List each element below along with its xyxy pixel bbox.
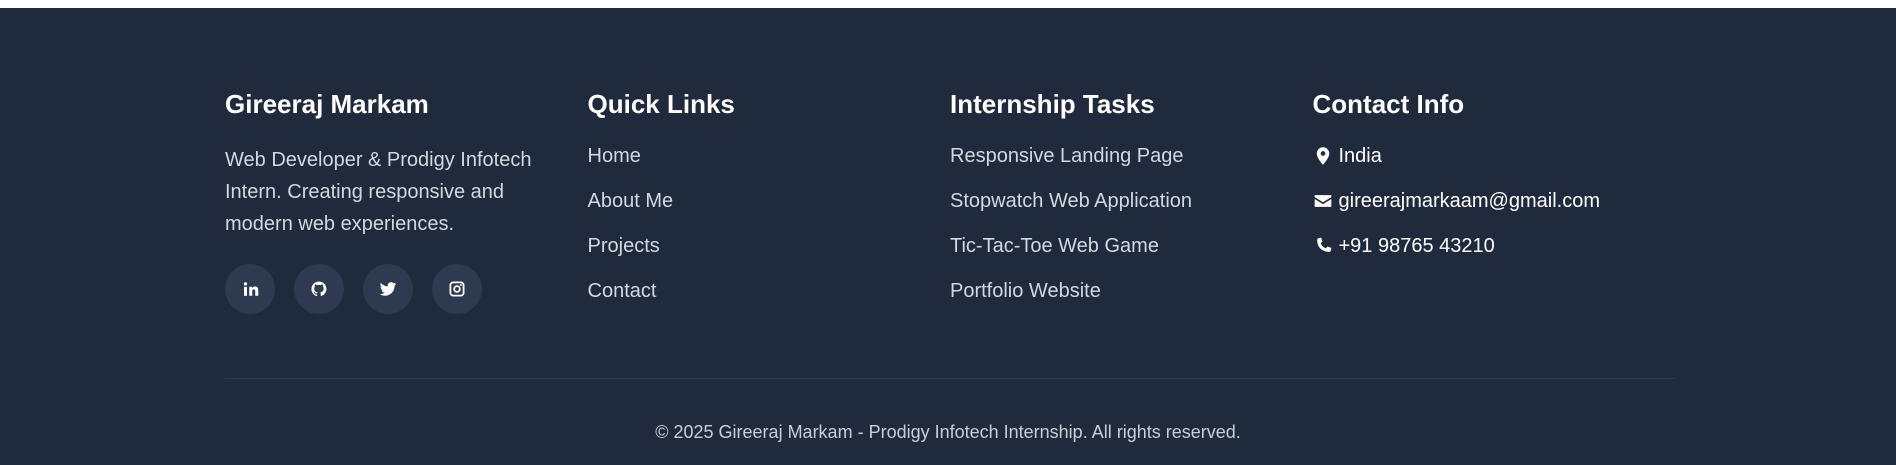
footer-internship-tasks: Internship Tasks Responsive Landing Page… [950,88,1313,324]
page-top-strip [0,0,1896,8]
footer-contact-info: Contact Info India gireerajmarkaam@gmail… [1313,88,1676,324]
contact-location: India [1313,144,1676,168]
github-icon [311,281,327,297]
footer-brand-name: Gireeraj Markam [225,89,429,119]
link-task-stopwatch[interactable]: Stopwatch Web Application [950,189,1313,213]
link-contact[interactable]: Contact [588,279,951,303]
phone-icon [1316,237,1331,252]
site-footer: Gireeraj Markam Web Developer & Prodigy … [0,8,1896,465]
footer-columns: Gireeraj Markam Web Developer & Prodigy … [225,88,1675,324]
contact-phone: +91 98765 43210 [1313,234,1676,258]
footer-divider [225,378,1675,379]
quick-links-heading: Quick Links [587,89,735,119]
linkedin-button[interactable] [225,264,275,314]
twitter-button[interactable] [363,264,413,314]
internship-tasks-list: Responsive Landing Page Stopwatch Web Ap… [950,144,1313,303]
link-task-tic-tac-toe[interactable]: Tic-Tac-Toe Web Game [950,234,1313,258]
contact-phone-text[interactable]: +91 98765 43210 [1339,234,1495,258]
footer-copyright: © 2025 Gireeraj Markam - Prodigy Infotec… [655,422,1241,442]
linkedin-icon [243,282,259,296]
link-home[interactable]: Home [588,144,951,168]
link-task-portfolio[interactable]: Portfolio Website [950,279,1313,303]
link-task-landing-page[interactable]: Responsive Landing Page [950,144,1313,168]
contact-info-heading: Contact Info [1312,89,1465,119]
instagram-button[interactable] [432,264,482,314]
instagram-icon [449,281,465,297]
contact-email-text[interactable]: gireerajmarkaam@gmail.com [1339,189,1600,213]
footer-about-text: Web Developer & Prodigy Infotech Intern.… [225,149,532,235]
footer-about: Gireeraj Markam Web Developer & Prodigy … [225,88,588,324]
link-projects[interactable]: Projects [588,234,951,258]
link-about-me[interactable]: About Me [588,189,951,213]
envelope-icon [1314,195,1331,207]
footer-quick-links: Quick Links Home About Me Projects Conta… [588,88,951,324]
contact-email: gireerajmarkaam@gmail.com [1313,189,1676,213]
contact-location-text: India [1338,145,1382,167]
map-marker-icon [1316,147,1329,165]
internship-tasks-heading: Internship Tasks [950,89,1155,119]
quick-links-list: Home About Me Projects Contact [588,144,951,303]
social-links [225,264,588,314]
twitter-icon [379,282,397,296]
github-button[interactable] [294,264,344,314]
